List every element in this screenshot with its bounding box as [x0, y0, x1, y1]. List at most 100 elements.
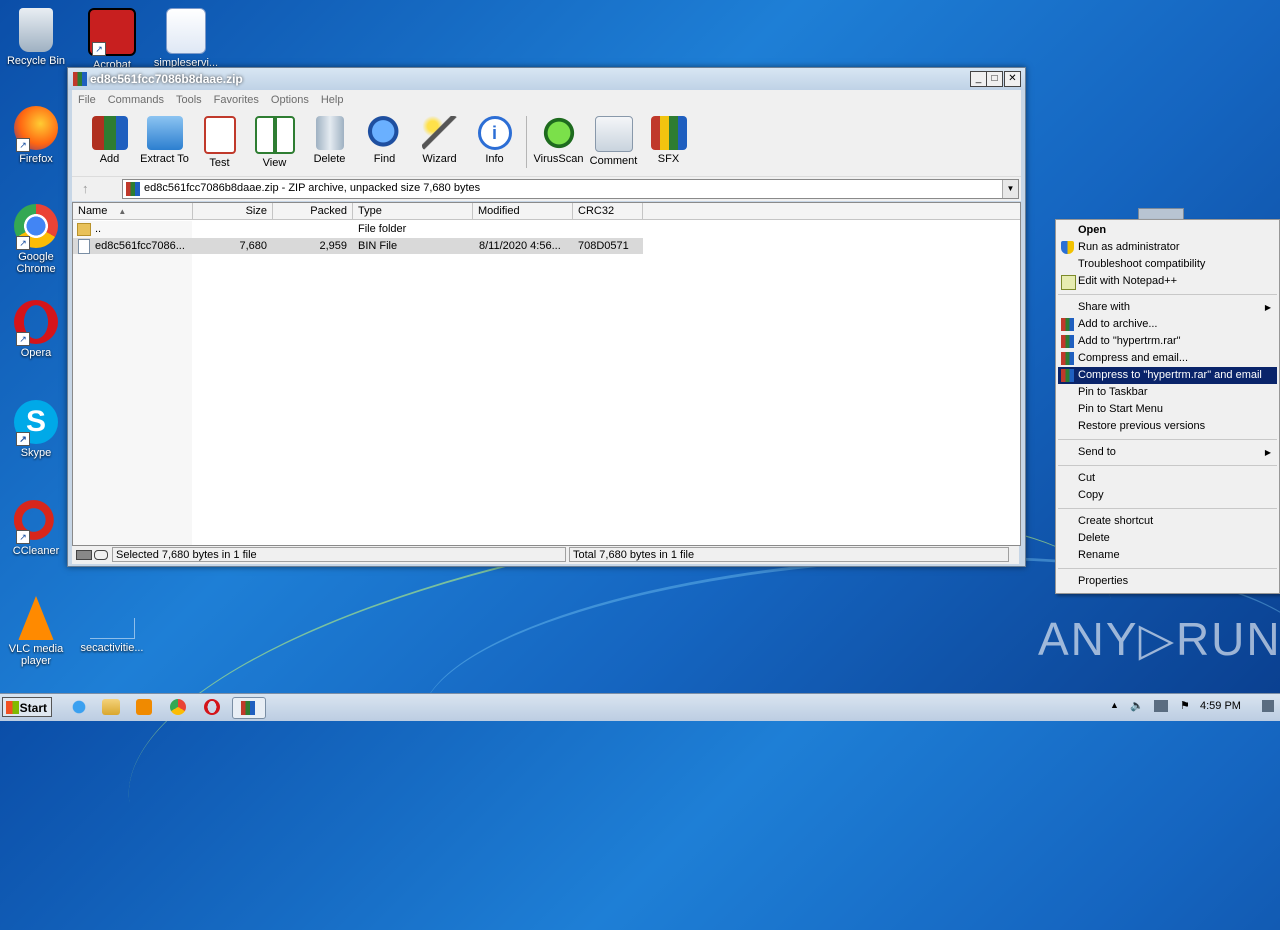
menu-help[interactable]: Help [315, 94, 350, 106]
menu-item-delete[interactable]: Delete [1058, 530, 1277, 547]
menu-item-open[interactable]: Open [1058, 222, 1277, 239]
column-header-name[interactable]: Name ▲ [73, 203, 193, 220]
clock[interactable]: 4:59 PM [1200, 700, 1241, 712]
sfx-button[interactable]: SFX [641, 114, 696, 165]
info-button[interactable]: i Info [467, 114, 522, 165]
desktop-icon-secactivities[interactable]: secactivitie... [76, 618, 148, 654]
delete-button[interactable]: Delete [302, 114, 357, 165]
desktop-icon-opera[interactable]: ↗ Opera [0, 300, 72, 359]
table-row-selected[interactable]: ed8c561fcc7086... 7,680 2,959 BIN File 8… [73, 238, 643, 254]
menu-tools[interactable]: Tools [170, 94, 208, 106]
comment-button[interactable]: Comment [586, 114, 641, 167]
up-arrow-icon[interactable]: ↑ [82, 181, 89, 196]
desktop-icon-recycle-bin[interactable]: Recycle Bin [0, 8, 72, 67]
winrar-icon [1061, 352, 1074, 365]
find-button[interactable]: Find [357, 114, 412, 165]
menu-separator [1058, 465, 1277, 466]
winrar-icon [1061, 369, 1074, 382]
table-row-parent-folder[interactable]: .. File folder [73, 221, 643, 237]
menu-item-send-to[interactable]: Send to ▶ [1058, 444, 1277, 461]
menu-item-pin-to-start[interactable]: Pin to Start Menu [1058, 401, 1277, 418]
extract-to-button[interactable]: Extract To [137, 114, 192, 165]
column-header-modified[interactable]: Modified [473, 203, 573, 220]
action-center-flag-icon[interactable]: ⚑ [1180, 699, 1190, 712]
menu-separator [1058, 508, 1277, 509]
desktop-icon-ccleaner[interactable]: ↗ CCleaner [0, 498, 72, 557]
menu-item-add-to-hypertrm-rar[interactable]: Add to "hypertrm.rar" [1058, 333, 1277, 350]
minimize-button[interactable]: _ [970, 71, 987, 87]
desktop-icon-chrome[interactable]: ↗ Google Chrome [0, 204, 72, 275]
delete-label: Delete [313, 153, 346, 165]
add-button[interactable]: Add [82, 114, 137, 165]
menu-item-copy[interactable]: Copy [1058, 487, 1277, 504]
desktop-icon-label: Recycle Bin [6, 55, 66, 67]
extract-to-label: Extract To [140, 153, 189, 165]
desktop-icon-simpleservice[interactable]: simpleservi... [150, 8, 222, 69]
submenu-arrow-icon: ▶ [1264, 448, 1271, 457]
menu-file[interactable]: File [72, 94, 102, 106]
address-field[interactable]: ed8c561fcc7086b8daae.zip - ZIP archive, … [122, 179, 1019, 199]
title-bar[interactable]: ed8c561fcc7086b8daae.zip _ □ ✕ [68, 68, 1025, 90]
toolbar-separator [526, 116, 527, 168]
menu-favorites[interactable]: Favorites [208, 94, 265, 106]
desktop-icon-firefox[interactable]: ↗ Firefox [0, 106, 72, 165]
shortcut-arrow-icon: ↗ [16, 332, 30, 346]
menu-item-troubleshoot[interactable]: Troubleshoot compatibility [1058, 256, 1277, 273]
taskbar-opera-icon[interactable] [204, 699, 220, 715]
test-button[interactable]: Test [192, 114, 247, 169]
menu-item-run-as-admin[interactable]: Run as administrator [1058, 239, 1277, 256]
menu-item-add-to-archive[interactable]: Add to archive... [1058, 316, 1277, 333]
firefox-icon: ↗ [14, 106, 58, 152]
menu-item-pin-to-taskbar[interactable]: Pin to Taskbar [1058, 384, 1277, 401]
virusscan-button[interactable]: VirusScan [531, 114, 586, 165]
zip-archive-icon [126, 182, 140, 196]
status-total: Total 7,680 bytes in 1 file [569, 547, 1009, 562]
menu-item-compress-and-email[interactable]: Compress and email... [1058, 350, 1277, 367]
column-header-crc32[interactable]: CRC32 [573, 203, 643, 220]
menu-options[interactable]: Options [265, 94, 315, 106]
file-list[interactable]: Name ▲ Size Packed Type Modified CRC32 .… [72, 202, 1021, 546]
volume-icon[interactable]: 🔈 [1130, 699, 1144, 712]
view-button[interactable]: View [247, 114, 302, 169]
taskbar-winrar-icon[interactable] [232, 697, 266, 719]
find-label: Find [373, 153, 396, 165]
menu-commands[interactable]: Commands [102, 94, 170, 106]
file-type: File folder [358, 223, 407, 235]
file-crc: 708D0571 [578, 240, 629, 252]
winrar-window: ed8c561fcc7086b8daae.zip _ □ ✕ File Comm… [67, 67, 1026, 567]
wizard-button[interactable]: Wizard [412, 114, 467, 165]
menu-item-properties[interactable]: Properties [1058, 573, 1277, 590]
maximize-button[interactable]: □ [986, 71, 1003, 87]
desktop-icon-vlc[interactable]: VLC media player [0, 596, 72, 667]
desktop-icon-skype[interactable]: S ↗ Skype [0, 400, 72, 459]
menu-item-create-shortcut[interactable]: Create shortcut [1058, 513, 1277, 530]
status-bar: Selected 7,680 bytes in 1 file Total 7,6… [72, 546, 1019, 564]
desktop-icon-acrobat[interactable]: ↗ Acrobat [76, 8, 148, 71]
show-desktop-icon[interactable] [1262, 700, 1274, 712]
network-icon[interactable] [1154, 700, 1168, 712]
close-button[interactable]: ✕ [1004, 71, 1021, 87]
file-packed: 2,959 [319, 240, 347, 252]
column-header-packed[interactable]: Packed [273, 203, 353, 220]
menu-separator [1058, 568, 1277, 569]
tray-expand-icon[interactable]: ▲ [1110, 700, 1119, 710]
menu-item-rename[interactable]: Rename [1058, 547, 1277, 564]
menu-item-share-with[interactable]: Share with ▶ [1058, 299, 1277, 316]
add-archive-icon [91, 116, 128, 150]
menu-item-restore-versions[interactable]: Restore previous versions [1058, 418, 1277, 435]
comment-icon [594, 116, 633, 152]
menu-item-compress-to-hypertrm-email[interactable]: Compress to "hypertrm.rar" and email [1058, 367, 1277, 384]
chevron-down-icon[interactable]: ▼ [1002, 180, 1018, 198]
taskbar-explorer-icon[interactable] [102, 699, 120, 715]
sfx-label: SFX [657, 153, 680, 165]
taskbar-ie-icon[interactable] [68, 697, 90, 717]
column-header-type[interactable]: Type [353, 203, 473, 220]
taskbar-chrome-icon[interactable] [170, 699, 186, 715]
start-button[interactable]: Start [2, 697, 52, 717]
menu-item-edit-notepadpp[interactable]: Edit with Notepad++ [1058, 273, 1277, 290]
desktop-icon-label: Firefox [19, 153, 53, 165]
taskbar-media-player-icon[interactable] [136, 699, 152, 715]
menu-separator [1058, 294, 1277, 295]
column-header-size[interactable]: Size [193, 203, 273, 220]
menu-item-cut[interactable]: Cut [1058, 470, 1277, 487]
